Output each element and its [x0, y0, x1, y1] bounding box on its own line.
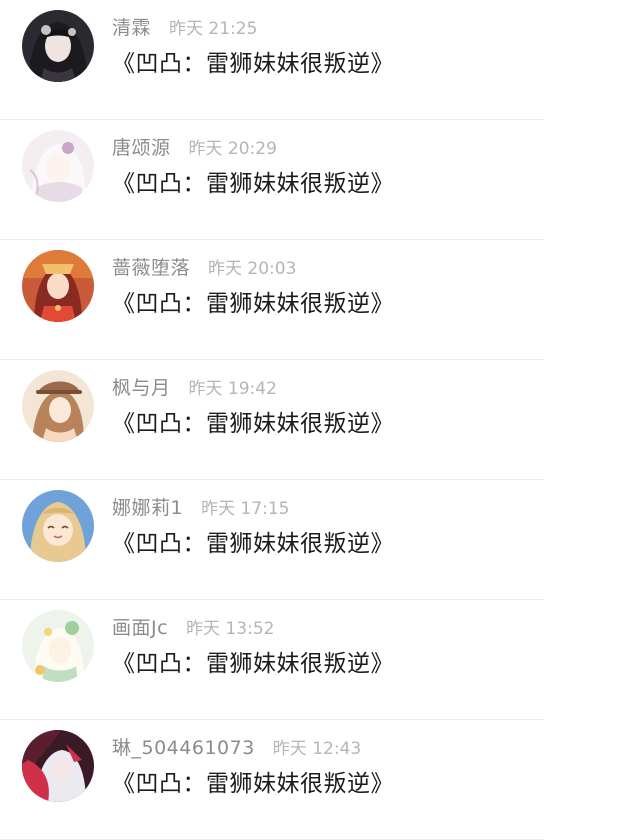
user-avatar[interactable] [22, 130, 94, 202]
comment-meta: 娜娜莉1 昨天 17:15 [112, 494, 290, 522]
timestamp: 昨天 20:29 [188, 139, 277, 159]
comment-text: 《凹凸：雷狮妹妹很叛逆》 [112, 531, 394, 557]
timestamp: 昨天 20:03 [208, 259, 297, 279]
username[interactable]: 画面Jc [112, 617, 168, 639]
user-avatar[interactable] [22, 10, 94, 82]
user-avatar[interactable] [22, 730, 94, 802]
timestamp: 昨天 21:25 [169, 19, 258, 39]
username[interactable]: 蔷薇堕落 [112, 257, 190, 279]
timestamp: 昨天 19:42 [188, 379, 277, 399]
user-avatar[interactable] [22, 250, 94, 322]
anime-avatar-dark-hair-icon [22, 10, 94, 82]
list-item[interactable]: 娜娜莉1 昨天 17:15 《凹凸：雷狮妹妹很叛逆》 [0, 480, 640, 600]
comment-meta: 琳_504461073 昨天 12:43 [112, 734, 361, 762]
comment-text: 《凹凸：雷狮妹妹很叛逆》 [112, 291, 394, 317]
anime-avatar-red-black-icon [22, 730, 94, 802]
list-item[interactable]: 枫与月 昨天 19:42 《凹凸：雷狮妹妹很叛逆》 [0, 360, 640, 480]
comment-text: 《凹凸：雷狮妹妹很叛逆》 [112, 51, 394, 77]
anime-avatar-red-dress-icon [22, 250, 94, 322]
anime-avatar-smiling-blonde-icon [22, 490, 94, 562]
anime-avatar-green-light-icon [22, 610, 94, 682]
anime-avatar-brown-hat-icon [22, 370, 94, 442]
timestamp: 昨天 12:43 [272, 739, 362, 759]
comment-meta: 画面Jc 昨天 13:52 [112, 614, 274, 642]
username[interactable]: 清霖 [112, 17, 151, 39]
comment-meta: 枫与月 昨天 19:42 [112, 374, 277, 402]
list-item[interactable]: 清霖 昨天 21:25 《凹凸：雷狮妹妹很叛逆》 [0, 0, 640, 120]
user-avatar[interactable] [22, 610, 94, 682]
comment-list: 清霖 昨天 21:25 《凹凸：雷狮妹妹很叛逆》 唐颂源 昨天 20:29 《凹凸：… [0, 0, 640, 840]
list-item[interactable]: 唐颂源 昨天 20:29 《凹凸：雷狮妹妹很叛逆》 [0, 120, 640, 240]
comment-text: 《凹凸：雷狮妹妹很叛逆》 [112, 411, 394, 437]
username[interactable]: 枫与月 [112, 377, 171, 399]
comment-meta: 唐颂源 昨天 20:29 [112, 134, 277, 162]
comment-meta: 清霖 昨天 21:25 [112, 14, 257, 42]
user-avatar[interactable] [22, 370, 94, 442]
username[interactable]: 唐颂源 [112, 137, 171, 159]
timestamp: 昨天 17:15 [201, 499, 290, 519]
comment-meta: 蔷薇堕落 昨天 20:03 [112, 254, 296, 282]
list-item[interactable]: 琳_504461073 昨天 12:43 《凹凸：雷狮妹妹很叛逆》 [0, 720, 640, 840]
username[interactable]: 娜娜莉1 [112, 497, 183, 519]
comment-text: 《凹凸：雷狮妹妹很叛逆》 [112, 651, 394, 677]
user-avatar[interactable] [22, 490, 94, 562]
comment-text: 《凹凸：雷狮妹妹很叛逆》 [112, 771, 394, 797]
anime-avatar-white-hair-icon [22, 130, 94, 202]
comment-text: 《凹凸：雷狮妹妹很叛逆》 [112, 171, 394, 197]
timestamp: 昨天 13:52 [186, 619, 275, 639]
list-item[interactable]: 画面Jc 昨天 13:52 《凹凸：雷狮妹妹很叛逆》 [0, 600, 640, 720]
list-item[interactable]: 蔷薇堕落 昨天 20:03 《凹凸：雷狮妹妹很叛逆》 [0, 240, 640, 360]
username[interactable]: 琳_504461073 [112, 737, 255, 759]
